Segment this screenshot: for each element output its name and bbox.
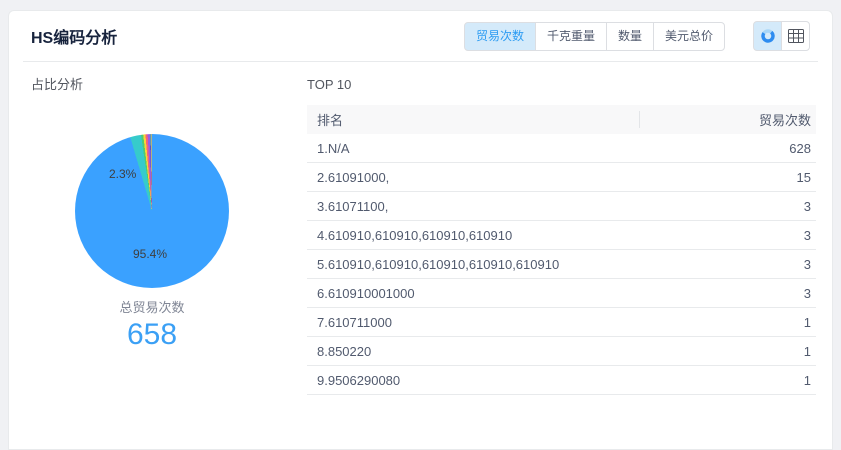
proportion-section-title: 占比分析 (31, 76, 307, 94)
table-row: 5.610910,610910,610910,610910,6109103 (307, 250, 816, 279)
cell-rank: 8.850220 (307, 344, 639, 359)
cell-rank: 2.61091000, (307, 170, 639, 185)
page-title: HS编码分析 (31, 24, 117, 48)
top10-section-title: TOP 10 (307, 76, 816, 94)
cell-rank: 3.61071100, (307, 199, 639, 214)
table-row: 8.8502201 (307, 337, 816, 366)
totals-block: 总贸易次数 658 (75, 297, 229, 352)
cell-rank: 7.610711000 (307, 315, 639, 330)
pie-chart-view-button[interactable] (753, 21, 782, 51)
cell-rank: 4.610910,610910,610910,610910 (307, 228, 639, 243)
cell-trade-count: 628 (639, 141, 816, 156)
cell-trade-count: 1 (639, 315, 816, 330)
card-body: 占比分析 2.3% 95.4% 总贸易次数 658 TOP 10 排名 贸易次数… (9, 62, 832, 395)
hs-code-analysis-card: HS编码分析 贸易次数千克重量数量美元总价 (8, 10, 833, 450)
cell-trade-count: 1 (639, 344, 816, 359)
cell-trade-count: 3 (639, 228, 816, 243)
metric-tab[interactable]: 美元总价 (653, 22, 725, 51)
pie-chart[interactable] (75, 134, 229, 288)
table-view-button[interactable] (781, 21, 810, 51)
table-header-row: 排名 贸易次数 (307, 105, 816, 134)
table-row: 7.6107110001 (307, 308, 816, 337)
metric-tab[interactable]: 数量 (606, 22, 654, 51)
view-toggle-group (753, 21, 810, 51)
header-controls: 贸易次数千克重量数量美元总价 (464, 21, 810, 51)
column-header-rank: 排名 (307, 110, 639, 129)
cell-trade-count: 3 (639, 286, 816, 301)
table-row: 4.610910,610910,610910,6109103 (307, 221, 816, 250)
total-trades-value: 658 (75, 318, 229, 352)
metric-tab[interactable]: 千克重量 (535, 22, 607, 51)
pie-label-major: 95.4% (133, 247, 167, 261)
proportion-panel: 占比分析 2.3% 95.4% 总贸易次数 658 (31, 76, 307, 395)
pie-chart-area: 2.3% 95.4% (75, 134, 229, 288)
cell-trade-count: 1 (639, 373, 816, 388)
cell-rank: 5.610910,610910,610910,610910,610910 (307, 257, 639, 272)
top10-table: 排名 贸易次数 1.N/A6282.61091000,153.61071100,… (307, 105, 816, 395)
top10-panel: TOP 10 排名 贸易次数 1.N/A6282.61091000,153.61… (307, 76, 816, 395)
total-trades-label: 总贸易次数 (75, 297, 229, 316)
table-row: 2.61091000,15 (307, 163, 816, 192)
cell-trade-count: 15 (639, 170, 816, 185)
table-row: 6.6109100010003 (307, 279, 816, 308)
pie-chart-icon (760, 28, 776, 44)
table-row: 3.61071100,3 (307, 192, 816, 221)
cell-trade-count: 3 (639, 257, 816, 272)
cell-rank: 1.N/A (307, 141, 639, 156)
column-header-trade-count: 贸易次数 (639, 110, 816, 129)
table-row: 1.N/A628 (307, 134, 816, 163)
table-body: 1.N/A6282.61091000,153.61071100,34.61091… (307, 134, 816, 395)
pie-label-minor: 2.3% (109, 167, 136, 181)
cell-trade-count: 3 (639, 199, 816, 214)
card-header: HS编码分析 贸易次数千克重量数量美元总价 (23, 11, 818, 62)
metric-tab-group: 贸易次数千克重量数量美元总价 (464, 22, 725, 51)
table-row: 9.95062900801 (307, 366, 816, 395)
table-icon (788, 29, 804, 43)
cell-rank: 9.9506290080 (307, 373, 639, 388)
cell-rank: 6.610910001000 (307, 286, 639, 301)
metric-tab[interactable]: 贸易次数 (464, 22, 536, 51)
